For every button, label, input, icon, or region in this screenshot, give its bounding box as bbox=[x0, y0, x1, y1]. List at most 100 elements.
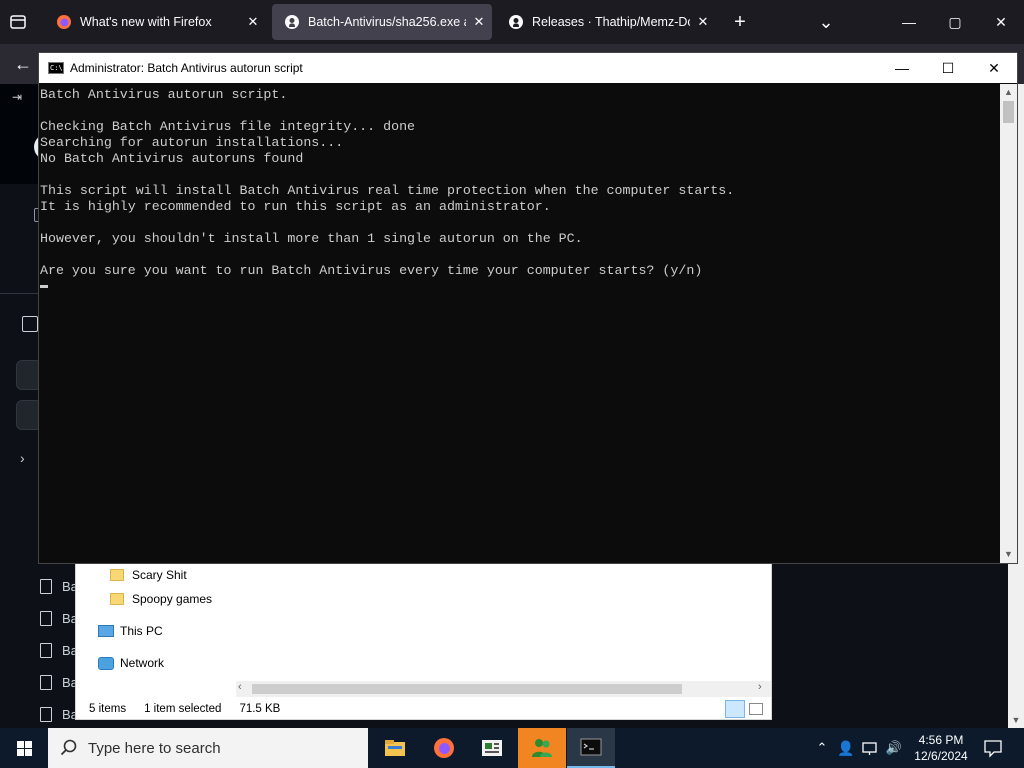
console-line: Batch Antivirus autorun script. bbox=[40, 87, 288, 102]
item-count: 5 items bbox=[89, 703, 127, 715]
console-line: Searching for autorun installations... bbox=[40, 135, 344, 150]
console-line: This script will install Batch Antivirus… bbox=[40, 183, 735, 198]
scroll-left-arrow[interactable]: ‹ bbox=[238, 681, 242, 693]
console-line: Checking Batch Antivirus file integrity.… bbox=[40, 119, 416, 134]
clock[interactable]: 4:56 PM 12/6/2024 bbox=[906, 732, 976, 764]
close-tab-icon[interactable]: ✕ bbox=[466, 14, 492, 30]
tab-firefox-whats-new[interactable]: What's new with Firefox ✕ bbox=[44, 4, 266, 40]
firefox-tab-strip: What's new with Firefox ✕ Batch-Antiviru… bbox=[0, 0, 1024, 44]
search-placeholder: Type here to search bbox=[88, 739, 221, 757]
taskbar: Type here to search ⌃ 👤 🔊 4:56 PM 12/6/2… bbox=[0, 728, 1024, 768]
new-tab-button[interactable]: + bbox=[717, 0, 763, 44]
chevron-up-icon[interactable]: ⌃ bbox=[810, 740, 834, 756]
nav-item-this-pc[interactable]: This PC bbox=[98, 620, 163, 642]
close-tab-icon[interactable]: ✕ bbox=[690, 14, 716, 30]
scroll-up-arrow[interactable]: ▲ bbox=[1000, 84, 1017, 101]
expand-panel-icon[interactable] bbox=[22, 316, 38, 332]
volume-icon[interactable]: 🔊 bbox=[882, 740, 906, 756]
file-row[interactable]: Ba bbox=[0, 698, 78, 730]
text-cursor bbox=[40, 284, 48, 288]
selection-count: 1 item selected bbox=[144, 703, 222, 715]
sign-in-icon[interactable]: ⇥ bbox=[12, 90, 28, 106]
file-explorer-icon bbox=[385, 740, 405, 756]
firefox-icon bbox=[57, 15, 71, 29]
selection-size: 71.5 KB bbox=[239, 703, 281, 715]
taskbar-file-explorer[interactable] bbox=[371, 728, 419, 768]
close-tab-icon[interactable]: ✕ bbox=[240, 14, 266, 30]
large-icons-view-icon[interactable] bbox=[749, 703, 763, 715]
horizontal-scrollbar[interactable]: ‹ › bbox=[236, 681, 771, 697]
console-scrollbar[interactable]: ▲ ▼ bbox=[1000, 84, 1017, 563]
file-icon bbox=[40, 706, 52, 722]
windows-logo-icon bbox=[16, 740, 32, 756]
console-maximize-button[interactable]: ☐ bbox=[925, 53, 971, 83]
console-input-line[interactable] bbox=[40, 279, 1000, 295]
file-row[interactable]: Ba bbox=[0, 602, 78, 634]
start-button[interactable] bbox=[0, 728, 48, 768]
file-explorer-window: Scary Shit Spoopy games This PC Network … bbox=[75, 560, 772, 720]
github-icon bbox=[509, 15, 523, 29]
chevron-right-icon[interactable]: › bbox=[20, 450, 25, 466]
github-icon bbox=[285, 15, 299, 29]
status-bar: 5 items 1 item selected 71.5 KB bbox=[76, 699, 771, 719]
console-line: Are you sure you want to run Batch Antiv… bbox=[40, 263, 703, 278]
network-icon[interactable] bbox=[858, 740, 882, 756]
taskbar-search-box[interactable]: Type here to search bbox=[48, 728, 368, 768]
firefox-icon bbox=[434, 738, 454, 758]
details-view-icon[interactable] bbox=[725, 700, 745, 718]
github-side-panel bbox=[0, 184, 44, 294]
scrollbar-thumb[interactable] bbox=[1003, 101, 1014, 123]
list-all-tabs-button[interactable]: ⌄ bbox=[803, 0, 849, 44]
search-icon bbox=[60, 739, 77, 756]
nav-item-network[interactable]: Network bbox=[98, 652, 164, 674]
browser-close-button[interactable]: ✕ bbox=[978, 0, 1024, 44]
tab-memz-releases[interactable]: Releases · Thathip/Memz-Down ✕ bbox=[496, 4, 716, 40]
scrollbar-thumb[interactable] bbox=[252, 684, 682, 694]
this-pc-icon bbox=[98, 625, 114, 637]
file-icon bbox=[40, 642, 52, 658]
tab-batch-antivirus-sha256[interactable]: Batch-Antivirus/sha256.exe at m ✕ bbox=[272, 4, 492, 40]
people-app-icon bbox=[532, 739, 552, 757]
scroll-right-arrow[interactable]: › bbox=[758, 681, 762, 693]
nav-item-scary-shit[interactable]: Scary Shit bbox=[110, 564, 187, 586]
scroll-down-arrow[interactable]: ▼ bbox=[1008, 712, 1024, 728]
scroll-down-arrow[interactable]: ▼ bbox=[1000, 546, 1017, 563]
notifications-icon[interactable] bbox=[982, 738, 1004, 758]
file-row[interactable]: Ba bbox=[0, 570, 78, 602]
news-icon bbox=[482, 740, 502, 756]
file-icon bbox=[40, 674, 52, 690]
taskbar-firefox[interactable] bbox=[420, 728, 468, 768]
console-line: It is highly recommended to run this scr… bbox=[40, 199, 551, 214]
file-icon bbox=[40, 578, 52, 594]
tab-label: What's new with Firefox bbox=[80, 15, 212, 29]
taskbar-people-app[interactable] bbox=[518, 728, 566, 768]
console-title-bar[interactable]: C:\ Administrator: Batch Antivirus autor… bbox=[39, 53, 1017, 83]
network-icon bbox=[98, 656, 114, 670]
taskbar-console[interactable] bbox=[567, 728, 615, 768]
folder-icon bbox=[110, 593, 124, 605]
command-prompt-icon: C:\ bbox=[48, 62, 64, 74]
console-close-button[interactable]: ✕ bbox=[971, 53, 1017, 83]
file-row[interactable]: Ba bbox=[0, 634, 78, 666]
console-minimize-button[interactable]: — bbox=[879, 53, 925, 83]
taskbar-news[interactable] bbox=[468, 728, 516, 768]
system-tray: ⌃ 👤 🔊 4:56 PM 12/6/2024 bbox=[810, 728, 1024, 768]
file-icon bbox=[40, 610, 52, 626]
file-row[interactable]: Ba bbox=[0, 666, 78, 698]
console-line: No Batch Antivirus autoruns found bbox=[40, 151, 304, 166]
clock-time: 4:56 PM bbox=[918, 733, 964, 747]
people-icon[interactable]: 👤 bbox=[834, 740, 858, 757]
tab-label: Releases · Thathip/Memz-Down bbox=[532, 15, 690, 29]
back-arrow-icon[interactable]: ← bbox=[14, 54, 34, 74]
nav-item-spoopy-games[interactable]: Spoopy games bbox=[110, 588, 212, 610]
browser-minimize-button[interactable]: — bbox=[886, 0, 932, 44]
firefox-view-icon[interactable] bbox=[8, 12, 30, 32]
console-output[interactable]: Batch Antivirus autorun script. Checking… bbox=[39, 84, 1000, 563]
terminal-icon bbox=[580, 738, 602, 756]
tab-label: Batch-Antivirus/sha256.exe at m bbox=[308, 15, 466, 29]
browser-maximize-button[interactable]: ▢ bbox=[932, 0, 978, 44]
